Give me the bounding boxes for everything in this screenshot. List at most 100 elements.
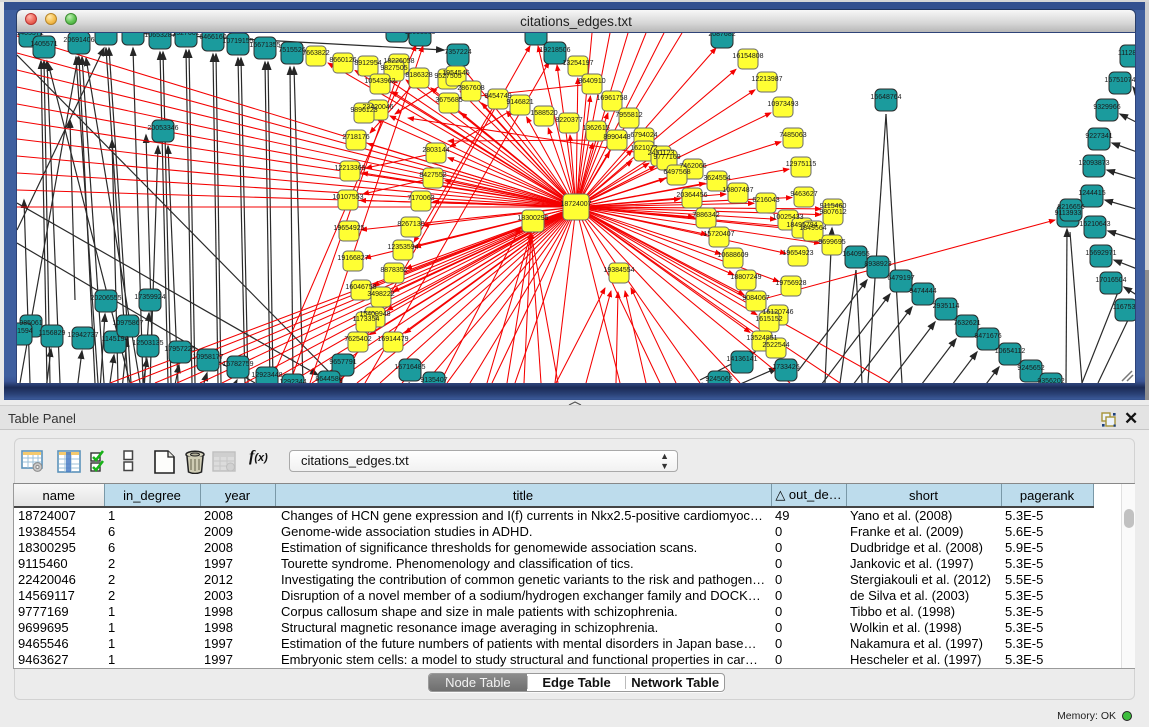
- svg-text:16053809: 16053809: [404, 33, 435, 36]
- svg-text:19166827: 19166827: [337, 255, 368, 262]
- svg-text:1733426: 1733426: [772, 364, 799, 371]
- svg-text:3624554: 3624554: [703, 175, 730, 182]
- svg-text:9827505: 9827505: [380, 65, 407, 72]
- svg-text:7663822: 7663822: [302, 50, 329, 57]
- svg-text:19218506: 19218506: [539, 47, 570, 54]
- svg-text:20053346: 20053346: [147, 125, 178, 132]
- svg-text:2803144: 2803144: [422, 147, 449, 154]
- svg-text:985061: 985061: [19, 320, 42, 327]
- svg-text:12503135: 12503135: [132, 340, 163, 347]
- svg-text:10688609: 10688609: [717, 252, 748, 259]
- svg-text:16046758: 16046758: [345, 284, 376, 291]
- svg-text:10958177: 10958177: [192, 354, 223, 361]
- svg-text:1145194: 1145194: [102, 336, 129, 343]
- svg-text:19654925: 19654925: [333, 225, 364, 232]
- svg-text:16154808: 16154808: [732, 53, 763, 60]
- svg-text:7625402: 7625402: [344, 336, 371, 343]
- svg-text:20691406: 20691406: [63, 37, 94, 44]
- svg-text:1112843: 1112843: [1118, 50, 1135, 57]
- svg-text:12093873: 12093873: [1078, 160, 1109, 167]
- svg-text:12213987: 12213987: [751, 76, 782, 83]
- svg-text:8644586: 8644586: [315, 376, 342, 383]
- svg-text:1362615: 1362615: [582, 125, 609, 132]
- svg-text:2087682: 2087682: [708, 33, 735, 38]
- svg-text:8938923: 8938923: [864, 261, 891, 268]
- svg-text:10025433: 10025433: [772, 214, 803, 221]
- svg-text:7357224: 7357224: [444, 49, 471, 56]
- svg-text:16210643: 16210643: [1079, 221, 1110, 228]
- svg-text:9896123: 9896123: [350, 107, 377, 114]
- svg-text:10807487: 10807487: [722, 187, 753, 194]
- svg-text:391594: 391594: [17, 328, 33, 335]
- svg-text:8813054: 8813054: [522, 33, 549, 35]
- svg-text:16671355: 16671355: [249, 42, 280, 49]
- svg-text:16782759: 16782759: [222, 361, 253, 368]
- svg-text:7485063: 7485063: [779, 132, 806, 139]
- svg-text:8660126: 8660126: [329, 57, 356, 64]
- svg-text:8427552: 8427552: [419, 172, 446, 179]
- svg-text:2522544: 2522544: [762, 342, 789, 349]
- svg-text:10107553: 10107553: [332, 194, 363, 201]
- svg-text:1173354: 1173354: [353, 316, 380, 323]
- svg-text:9463627: 9463627: [790, 191, 817, 198]
- svg-text:15751074: 15751074: [1104, 77, 1135, 84]
- svg-text:1156829: 1156829: [39, 330, 66, 337]
- svg-text:9657791: 9657791: [329, 359, 356, 366]
- svg-text:1849564: 1849564: [799, 225, 826, 232]
- svg-text:10543962: 10543962: [364, 78, 395, 85]
- svg-text:12942737: 12942737: [67, 332, 98, 339]
- svg-text:1954546: 1954546: [442, 70, 469, 77]
- svg-text:1992235: 1992235: [92, 33, 119, 35]
- svg-text:9113933: 9113933: [1055, 210, 1082, 217]
- svg-text:12975115: 12975115: [786, 161, 817, 168]
- svg-text:2867608: 2867608: [457, 85, 484, 92]
- svg-text:2935114: 2935114: [933, 303, 960, 310]
- svg-text:18300295: 18300295: [517, 215, 548, 222]
- svg-text:19384554: 19384554: [603, 267, 634, 274]
- svg-text:9084067: 9084067: [742, 295, 769, 302]
- svg-text:18724007: 18724007: [560, 201, 591, 208]
- svg-text:9807612: 9807612: [819, 209, 846, 216]
- svg-text:13524851: 13524851: [746, 335, 777, 342]
- svg-text:20364456: 20364456: [676, 192, 707, 199]
- svg-text:10654112: 10654112: [995, 348, 1026, 355]
- svg-text:10653287: 10653287: [144, 33, 175, 39]
- svg-text:8471676: 8471676: [974, 333, 1001, 340]
- svg-text:6479197: 6479197: [887, 275, 914, 282]
- svg-text:8990448: 8990448: [603, 134, 630, 141]
- svg-text:8216656: 8216656: [1057, 204, 1084, 211]
- svg-text:14136141: 14136141: [726, 356, 757, 363]
- svg-text:9227341: 9227341: [1085, 133, 1112, 140]
- svg-text:7886342: 7886342: [692, 212, 719, 219]
- svg-text:1588520: 1588520: [530, 110, 557, 117]
- svg-text:9135407: 9135407: [420, 377, 447, 383]
- svg-text:7170063: 7170063: [407, 195, 434, 202]
- svg-text:9245652: 9245652: [1017, 365, 1044, 372]
- svg-text:13254197: 13254197: [562, 60, 593, 67]
- svg-text:1244415: 1244415: [1078, 190, 1105, 197]
- svg-text:15720407: 15720407: [703, 231, 734, 238]
- svg-text:8878352: 8878352: [380, 267, 407, 274]
- svg-text:8220377: 8220377: [555, 117, 582, 124]
- svg-text:16120746: 16120746: [762, 309, 793, 316]
- svg-text:1640955: 1640955: [842, 251, 869, 258]
- svg-text:9146821: 9146821: [506, 99, 533, 106]
- svg-text:15692971: 15692971: [1085, 250, 1116, 257]
- svg-text:6497568: 6497568: [663, 169, 690, 176]
- svg-text:12923448: 12923448: [251, 372, 282, 379]
- svg-text:1292344: 1292344: [279, 379, 306, 383]
- svg-text:9356202: 9356202: [1037, 378, 1064, 383]
- svg-text:1405571: 1405571: [30, 41, 57, 48]
- svg-text:7632621: 7632621: [953, 320, 980, 327]
- svg-text:1167533: 1167533: [1113, 304, 1135, 311]
- svg-text:8267130: 8267130: [397, 221, 424, 228]
- svg-text:9699695: 9699695: [818, 239, 845, 246]
- svg-text:10973493: 10973493: [767, 101, 798, 108]
- svg-text:12213369: 12213369: [334, 165, 365, 172]
- svg-text:1615152: 1615152: [755, 316, 782, 323]
- svg-text:1527602: 1527602: [172, 33, 199, 37]
- svg-text:6794024: 6794024: [630, 132, 657, 139]
- svg-text:9245065: 9245065: [705, 376, 732, 383]
- svg-text:7955812: 7955812: [615, 112, 642, 119]
- svg-text:19756928: 19756928: [775, 280, 806, 287]
